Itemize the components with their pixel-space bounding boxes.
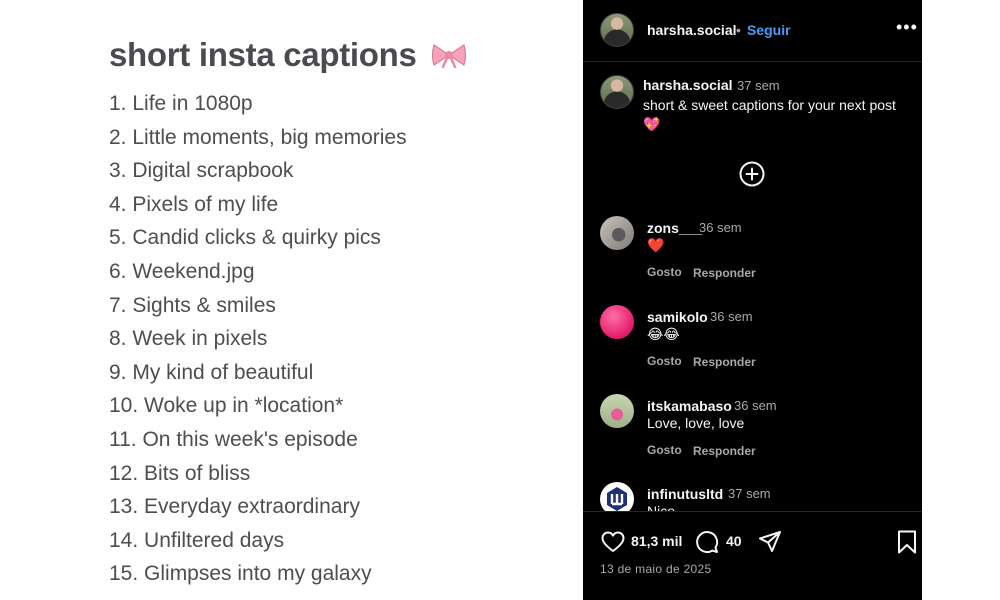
comment-reply-button[interactable]: Responder — [693, 355, 756, 369]
comment-text: ❤️ — [647, 237, 665, 253]
caption-item: 8. Week in pixels — [109, 327, 268, 351]
caption-item: 11. On this week's episode — [109, 427, 358, 451]
comment-username[interactable]: zons___ — [647, 220, 702, 236]
post-actions: 81,3 mil 40 13 de maio de 2025 — [583, 511, 922, 600]
caption-item: 4. Pixels of my life — [109, 192, 279, 216]
avatar[interactable] — [600, 305, 634, 339]
image-title: short insta captions — [109, 36, 467, 74]
comment-username[interactable]: itskamabaso — [647, 398, 732, 414]
heart-icon[interactable] — [600, 529, 626, 555]
caption-item: 2. Little moments, big memories — [109, 125, 407, 149]
comment-like-button[interactable]: Gosto — [647, 354, 682, 368]
comment-username[interactable]: samikolo — [647, 309, 708, 325]
post-side-panel: harsha.social • Seguir ••• harsha.social… — [583, 0, 922, 600]
page-background — [922, 0, 1000, 600]
bow-icon — [432, 44, 467, 68]
post-image: short insta captions 1. Life in 1080p 2.… — [0, 0, 583, 600]
comment-username[interactable]: infinutusltd — [647, 486, 723, 502]
follow-button[interactable]: Seguir — [747, 22, 791, 38]
caption-item: 14. Unfiltered days — [109, 528, 285, 552]
load-more-comments-icon[interactable] — [739, 161, 765, 187]
caption-item: 13. Everyday extraordinary — [109, 495, 360, 519]
bookmark-icon[interactable] — [895, 529, 919, 555]
separator-dot: • — [736, 22, 741, 38]
caption-item: 1. Life in 1080p — [109, 92, 253, 115]
caption-item: 6. Weekend.jpg — [109, 259, 255, 283]
caption-item: 7. Sights & smiles — [109, 293, 276, 317]
share-icon[interactable] — [757, 529, 783, 555]
comment-time[interactable]: 37 sem — [728, 486, 771, 501]
caption-username[interactable]: harsha.social — [643, 77, 733, 93]
comment-time[interactable]: 36 sem — [734, 398, 777, 413]
caption-time[interactable]: 37 sem — [737, 78, 780, 93]
comment-reply-button[interactable]: Responder — [693, 444, 756, 458]
header-username[interactable]: harsha.social — [647, 22, 737, 38]
post-date[interactable]: 13 de maio de 2025 — [600, 562, 711, 576]
avatar[interactable] — [600, 13, 634, 47]
image-title-text: short insta captions — [109, 36, 417, 73]
caption-list: 1. Life in 1080p 2. Little moments, big … — [109, 89, 407, 593]
caption-item: 3. Digital scrapbook — [109, 159, 294, 183]
comment-text: Love, love, love — [647, 415, 745, 431]
more-options-icon[interactable]: ••• — [896, 17, 918, 38]
comment-icon[interactable] — [694, 529, 720, 555]
caption-item: 9. My kind of beautiful — [109, 360, 314, 384]
comment-reply-button[interactable]: Responder — [693, 266, 756, 280]
caption-item: 15. Glimpses into my galaxy — [109, 562, 372, 586]
avatar[interactable] — [600, 394, 634, 428]
comment-like-button[interactable]: Gosto — [647, 443, 682, 457]
avatar[interactable] — [600, 75, 634, 109]
caption-item: 12. Bits of bliss — [109, 461, 251, 485]
likes-count[interactable]: 81,3 mil — [631, 533, 682, 549]
comment-like-button[interactable]: Gosto — [647, 265, 682, 279]
caption-text: short & sweet captions for your next pos… — [643, 97, 896, 132]
comment-time[interactable]: 36 sem — [699, 220, 742, 235]
caption-item: 5. Candid clicks & quirky pics — [109, 226, 381, 250]
comments-count[interactable]: 40 — [726, 533, 742, 549]
avatar[interactable] — [600, 216, 634, 250]
caption-item: 10. Woke up in *location* — [109, 394, 344, 418]
post-header: harsha.social • Seguir ••• — [583, 0, 922, 62]
comment-time[interactable]: 36 sem — [710, 309, 753, 324]
comment-text: 😂😂 — [647, 326, 680, 342]
